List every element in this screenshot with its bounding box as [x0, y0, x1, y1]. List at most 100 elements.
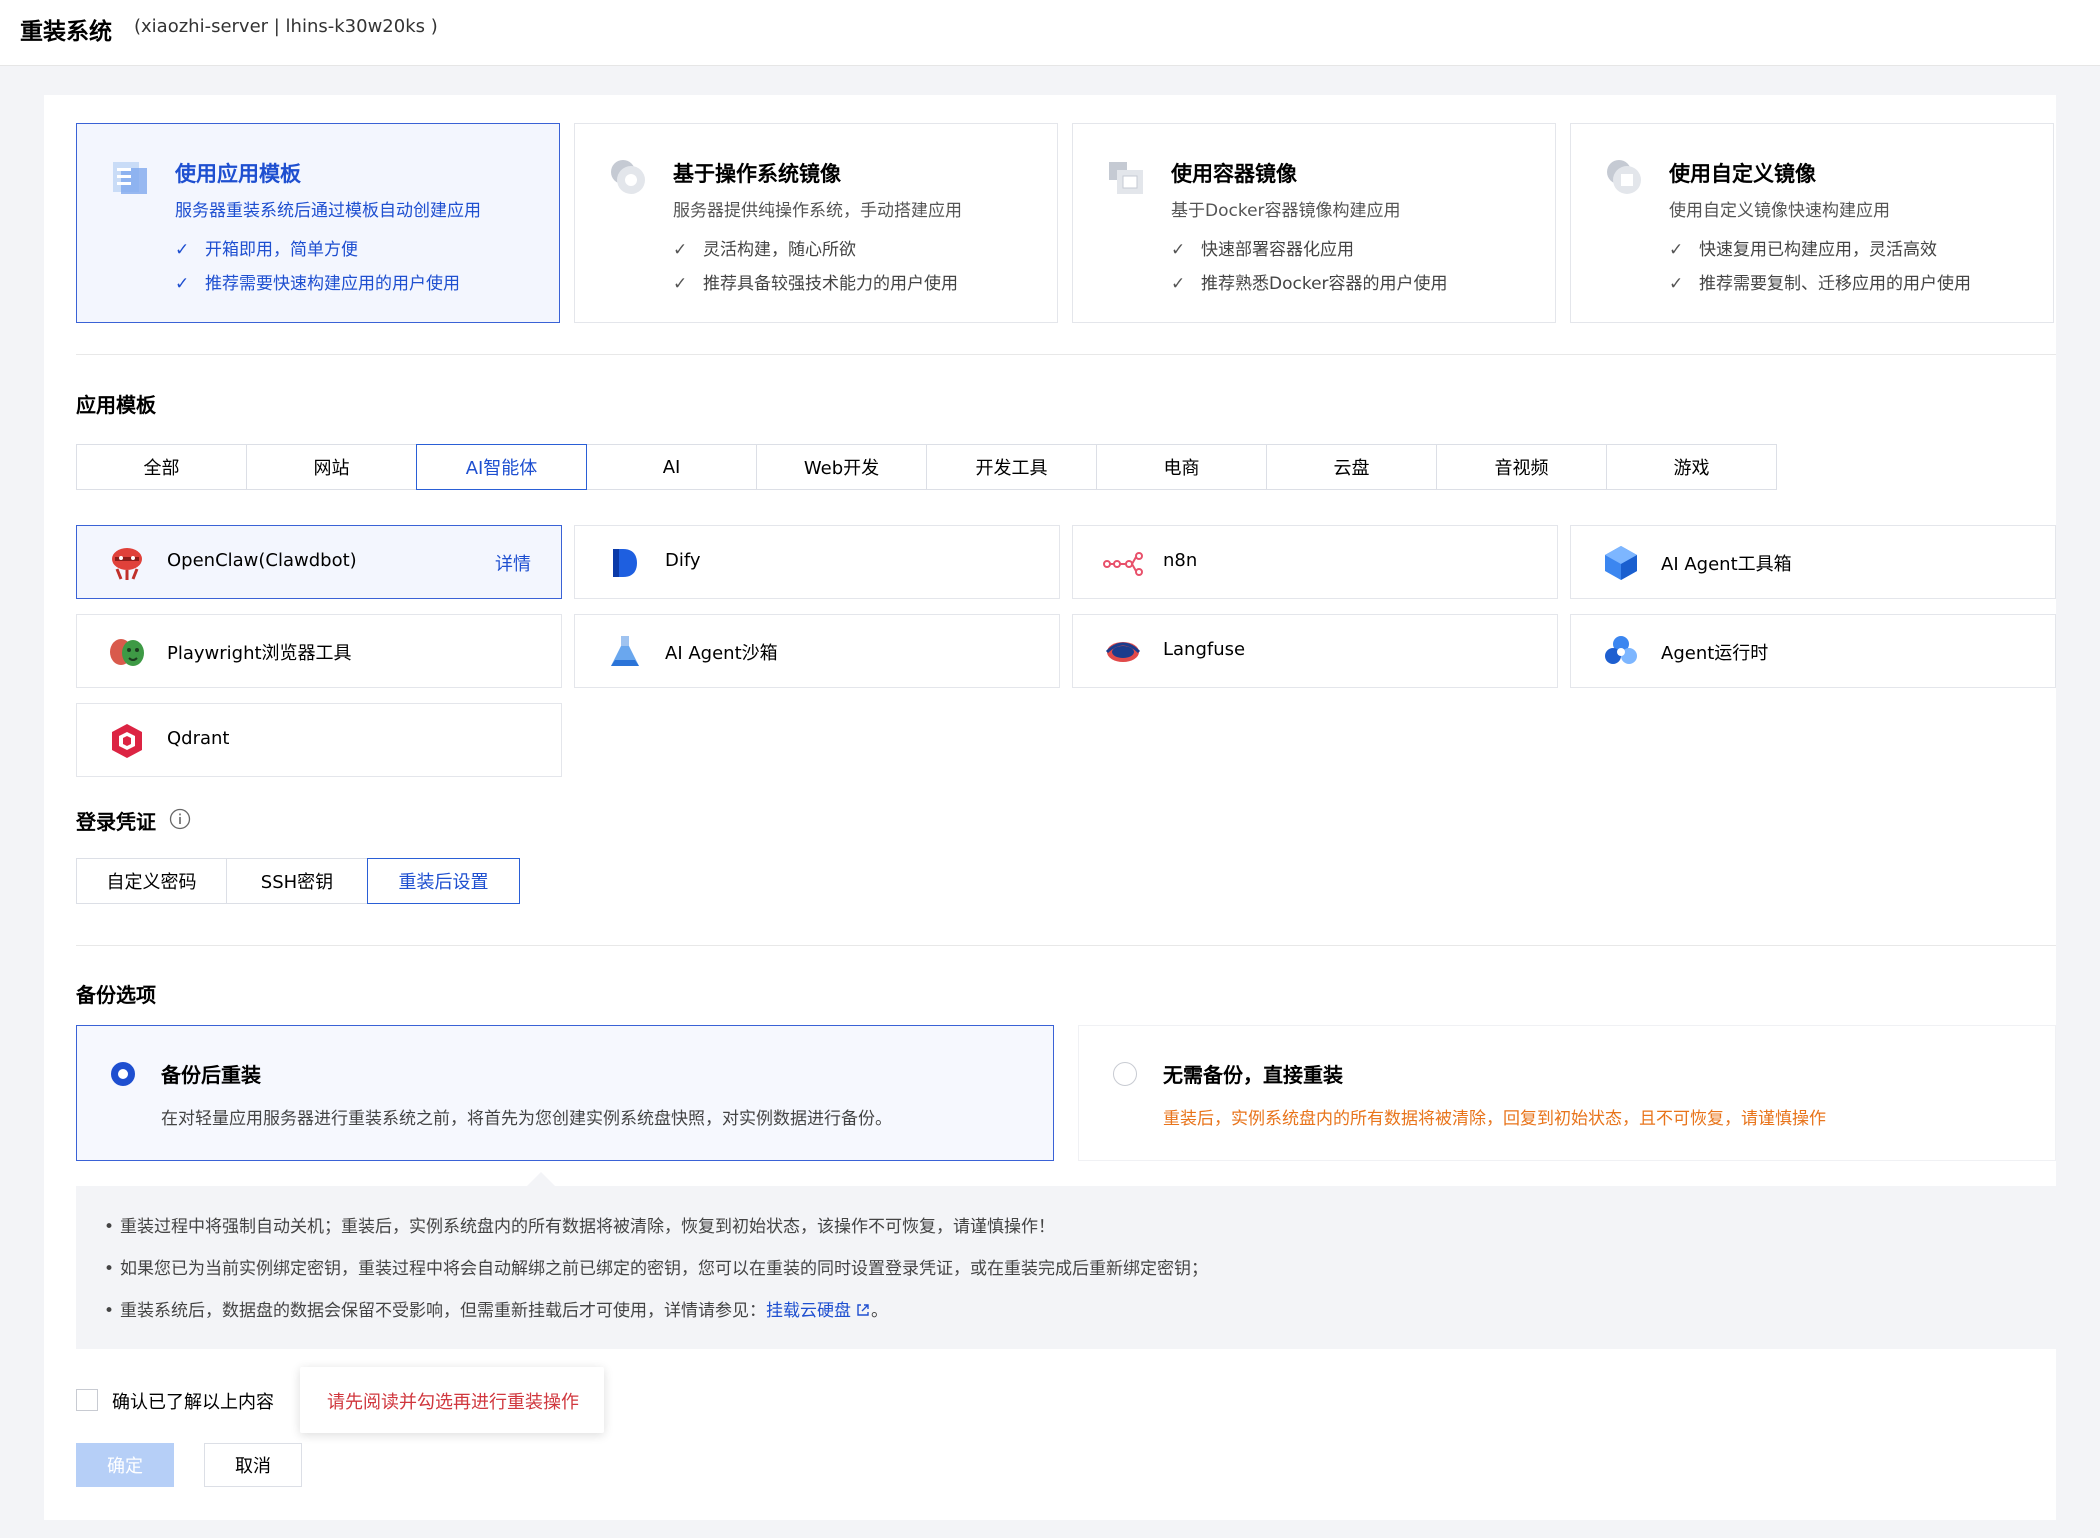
feature-item: ✓ 推荐需要复制、迁移应用的用户使用	[1669, 274, 1971, 294]
notice-line: • 如果您已为当前实例绑定密钥，重装过程中将会自动解绑之前已绑定的密钥，您可以在重…	[104, 1259, 1208, 1279]
tab-ecommerce[interactable]: 电商	[1096, 444, 1267, 490]
backup-option-desc: 在对轻量应用服务器进行重装系统之前，将首先为您创建实例系统盘快照，对实例数据进行…	[161, 1109, 892, 1129]
notice-line: • 重装系统后，数据盘的数据会保留不受影响，但需重新挂载后才可使用，详情请参见：挂…	[104, 1301, 888, 1321]
tab-dev-tools[interactable]: 开发工具	[926, 444, 1097, 490]
backup-option-no-backup[interactable]: 无需备份，直接重装 重装后，实例系统盘内的所有数据将被清除，回复到初始状态，且不…	[1078, 1025, 2056, 1161]
tab-ai[interactable]: AI	[586, 444, 757, 490]
top-bar: 重装系统 (xiaozhi-server | lhins-k30w20ks )	[0, 0, 2100, 66]
app-name: AI Agent沙箱	[665, 643, 778, 664]
tab-cloud-drive[interactable]: 云盘	[1266, 444, 1437, 490]
app-name: Agent运行时	[1661, 643, 1769, 664]
warning-tooltip: 请先阅读并勾选再进行重装操作	[300, 1367, 604, 1433]
page-title: 重装系统	[20, 19, 112, 45]
backup-title: 备份选项	[76, 983, 156, 1007]
confirm-label: 确认已了解以上内容	[112, 1392, 274, 1413]
app-name: Langfuse	[1163, 639, 1246, 660]
tab-web-dev[interactable]: Web开发	[756, 444, 927, 490]
app-name: OpenClaw(Clawdbot)	[167, 550, 357, 571]
cancel-button[interactable]: 取消	[204, 1443, 302, 1487]
notice-line: • 重装过程中将强制自动关机；重装后，实例系统盘内的所有数据将被清除，恢复到初始状…	[104, 1217, 1055, 1237]
notice-caret	[527, 1172, 555, 1186]
app-card-openclaw[interactable]: OpenClaw(Clawdbot) 详情	[76, 525, 562, 599]
backup-option-backup-then-reinstall[interactable]: 备份后重装 在对轻量应用服务器进行重装系统之前，将首先为您创建实例系统盘快照，对…	[76, 1025, 1054, 1161]
app-card-ai-agent-toolbox[interactable]: AI Agent工具箱	[1570, 525, 2056, 599]
check-icon: ✓	[1171, 274, 1186, 294]
agent-runtime-icon	[1605, 636, 1637, 664]
instance-subtitle: (xiaozhi-server | lhins-k30w20ks )	[134, 16, 438, 37]
feature-item: ✓ 快速复用已构建应用，灵活高效	[1669, 240, 1937, 260]
source-card-desc: 服务器重装系统后通过模板自动创建应用	[175, 201, 481, 221]
openclaw-icon	[112, 548, 142, 580]
source-card-title: 使用应用模板	[175, 162, 301, 186]
backup-option-title: 备份后重装	[161, 1063, 261, 1087]
feature-item: ✓ 快速部署容器化应用	[1171, 240, 1354, 260]
template-icon	[113, 162, 147, 194]
source-card-app-template[interactable]: 使用应用模板 服务器重装系统后通过模板自动创建应用 ✓ 开箱即用，简单方便 ✓ 推荐…	[76, 123, 560, 323]
app-card-dify[interactable]: Dify	[574, 525, 1060, 599]
source-card-custom-image[interactable]: 使用自定义镜像 使用自定义镜像快速构建应用 ✓ 快速复用已构建应用，灵活高效 ✓ 推…	[1570, 123, 2054, 323]
os-image-icon	[611, 160, 645, 194]
check-icon: ✓	[175, 274, 190, 294]
radio-selected[interactable]	[111, 1062, 135, 1086]
source-card-title: 使用自定义镜像	[1669, 162, 1816, 186]
app-name: AI Agent工具箱	[1661, 554, 1792, 575]
app-name: n8n	[1163, 550, 1198, 571]
category-tabs: 全部 网站 AI智能体 AI Web开发 开发工具 电商 云盘 音视频 游戏	[76, 444, 1777, 490]
feature-item: ✓ 灵活构建，随心所欲	[673, 240, 856, 260]
info-icon[interactable]	[169, 808, 191, 830]
radio-unselected[interactable]	[1113, 1062, 1137, 1086]
tab-set-after-reinstall[interactable]: 重装后设置	[367, 858, 520, 904]
app-name: Qdrant	[167, 728, 230, 749]
mount-disk-link[interactable]: 挂载云硬盘	[766, 1301, 851, 1321]
app-name: Playwright浏览器工具	[167, 643, 352, 664]
tab-ai-agent[interactable]: AI智能体	[416, 444, 587, 490]
check-icon: ✓	[1669, 274, 1684, 294]
app-card-n8n[interactable]: n8n	[1072, 525, 1558, 599]
tab-custom-password[interactable]: 自定义密码	[76, 858, 227, 904]
app-card-langfuse[interactable]: Langfuse	[1072, 614, 1558, 688]
tab-all[interactable]: 全部	[76, 444, 247, 490]
check-icon: ✓	[673, 274, 688, 294]
backup-option-title: 无需备份，直接重装	[1163, 1063, 1343, 1087]
credentials-title: 登录凭证	[76, 810, 156, 834]
check-icon: ✓	[673, 240, 688, 260]
divider	[76, 354, 2056, 355]
check-icon: ✓	[1171, 240, 1186, 260]
qdrant-icon	[112, 724, 142, 758]
feature-item: ✓ 推荐具备较强技术能力的用户使用	[673, 274, 958, 294]
custom-image-icon	[1607, 160, 1641, 194]
source-card-container-image[interactable]: 使用容器镜像 基于Docker容器镜像构建应用 ✓ 快速部署容器化应用 ✓ 推荐熟悉…	[1072, 123, 1556, 323]
backup-option-warning: 重装后，实例系统盘内的所有数据将被清除，回复到初始状态，且不可恢复，请谨慎操作	[1163, 1109, 1826, 1129]
external-link-icon[interactable]	[855, 1302, 871, 1318]
ai-agent-sandbox-icon	[611, 636, 639, 666]
container-image-icon	[1109, 162, 1143, 194]
source-card-title: 基于操作系统镜像	[673, 162, 841, 186]
app-card-agent-runtime[interactable]: Agent运行时	[1570, 614, 2056, 688]
source-card-desc: 服务器提供纯操作系统，手动搭建应用	[673, 201, 962, 221]
tab-website[interactable]: 网站	[246, 444, 417, 490]
check-icon: ✓	[1669, 240, 1684, 260]
ok-button[interactable]: 确定	[76, 1443, 174, 1487]
divider	[76, 945, 2056, 946]
source-card-desc: 基于Docker容器镜像构建应用	[1171, 201, 1401, 221]
feature-item: ✓ 推荐需要快速构建应用的用户使用	[175, 274, 460, 294]
feature-item: ✓ 推荐熟悉Docker容器的用户使用	[1171, 274, 1448, 294]
detail-link[interactable]: 详情	[495, 550, 531, 576]
source-card-title: 使用容器镜像	[1171, 162, 1297, 186]
check-icon: ✓	[175, 240, 190, 260]
app-template-title: 应用模板	[76, 393, 156, 417]
app-name: Dify	[665, 550, 701, 571]
tooltip-text: 请先阅读并勾选再进行重装操作	[327, 1392, 579, 1413]
tab-games[interactable]: 游戏	[1606, 444, 1777, 490]
tab-media[interactable]: 音视频	[1436, 444, 1607, 490]
credential-tabs: 自定义密码 SSH密钥 重装后设置	[76, 858, 520, 904]
app-card-ai-agent-sandbox[interactable]: AI Agent沙箱	[574, 614, 1060, 688]
app-card-qdrant[interactable]: Qdrant	[76, 703, 562, 777]
notice-box: • 重装过程中将强制自动关机；重装后，实例系统盘内的所有数据将被清除，恢复到初始状…	[76, 1186, 2056, 1349]
langfuse-icon	[1105, 642, 1141, 662]
app-card-playwright[interactable]: Playwright浏览器工具	[76, 614, 562, 688]
source-card-os-image[interactable]: 基于操作系统镜像 服务器提供纯操作系统，手动搭建应用 ✓ 灵活构建，随心所欲 ✓ 推…	[574, 123, 1058, 323]
confirm-checkbox[interactable]	[76, 1389, 98, 1411]
tab-ssh-key[interactable]: SSH密钥	[226, 858, 368, 904]
playwright-icon	[110, 639, 144, 666]
